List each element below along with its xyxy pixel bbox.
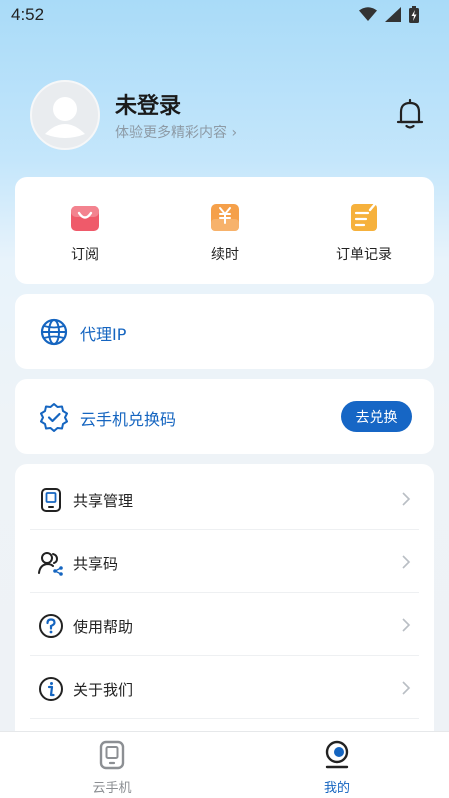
chevron-right-icon [402,618,411,632]
settings-menu-card: 共享管理 共享码 使用帮助 关于我们 [15,464,434,754]
globe-icon [40,318,68,346]
redeem-code-label: 云手机兑换码 [80,410,177,429]
cloud-phone-icon [99,740,125,770]
user-name[interactable]: 未登录 [115,88,181,120]
yen-box-icon [211,204,239,231]
tab-cloud-phone-label: 云手机 [92,781,132,796]
order-note-icon [351,202,377,231]
renew-label: 续时 [211,247,239,263]
help-icon [39,614,63,638]
menu-item-help[interactable]: 使用帮助 [30,593,419,656]
chevron-right-icon [402,492,411,506]
device-share-icon [41,488,61,512]
menu-label: 使用帮助 [73,618,134,636]
status-bar: 4:52 [0,0,449,32]
notification-bell-icon[interactable] [396,98,424,130]
proxy-ip-label: 代理IP [80,325,127,344]
avatar[interactable] [30,80,100,150]
redeem-code-card: 云手机兑换码 去兑换 [15,379,434,454]
menu-item-about[interactable]: 关于我们 [30,656,419,719]
shopping-bag-icon [71,206,99,231]
battery-charging-icon [409,6,419,23]
status-time: 4:52 [11,5,45,24]
quick-actions-card: 订阅 续时 订单记录 [15,177,434,284]
menu-item-share-management[interactable]: 共享管理 [30,467,419,530]
redeem-button[interactable]: 去兑换 [341,401,412,432]
menu-item-share-code[interactable]: 共享码 [30,530,419,593]
profile-tab-icon [325,740,349,769]
login-prompt-link[interactable]: 体验更多精彩内容 › [115,122,237,142]
proxy-ip-card[interactable]: 代理IP [15,294,434,369]
info-icon [39,677,63,701]
menu-label: 共享管理 [73,492,134,510]
tab-mine-label: 我的 [323,781,350,796]
tab-mine[interactable]: 我的 [287,740,387,796]
verified-badge-icon [40,403,68,432]
menu-label: 关于我们 [73,681,134,699]
menu-label: 共享码 [73,555,119,573]
default-avatar-icon [45,97,85,138]
renew-button[interactable]: 续时 [175,201,275,264]
users-share-icon [38,552,63,576]
tab-cloud-phone[interactable]: 云手机 [62,740,162,796]
chevron-right-icon [402,555,411,569]
subscribe-label: 订阅 [71,247,99,263]
order-history-label: 订单记录 [336,247,392,263]
order-history-button[interactable]: 订单记录 [314,201,414,264]
profile-header[interactable]: 未登录 体验更多精彩内容 › [30,80,430,150]
bottom-tab-bar: 云手机 我的 [0,731,449,798]
chevron-right-icon [402,681,411,695]
wifi-icon [359,7,377,21]
subscribe-button[interactable]: 订阅 [35,201,135,264]
status-icons [359,6,419,23]
cellular-signal-icon [385,7,401,22]
